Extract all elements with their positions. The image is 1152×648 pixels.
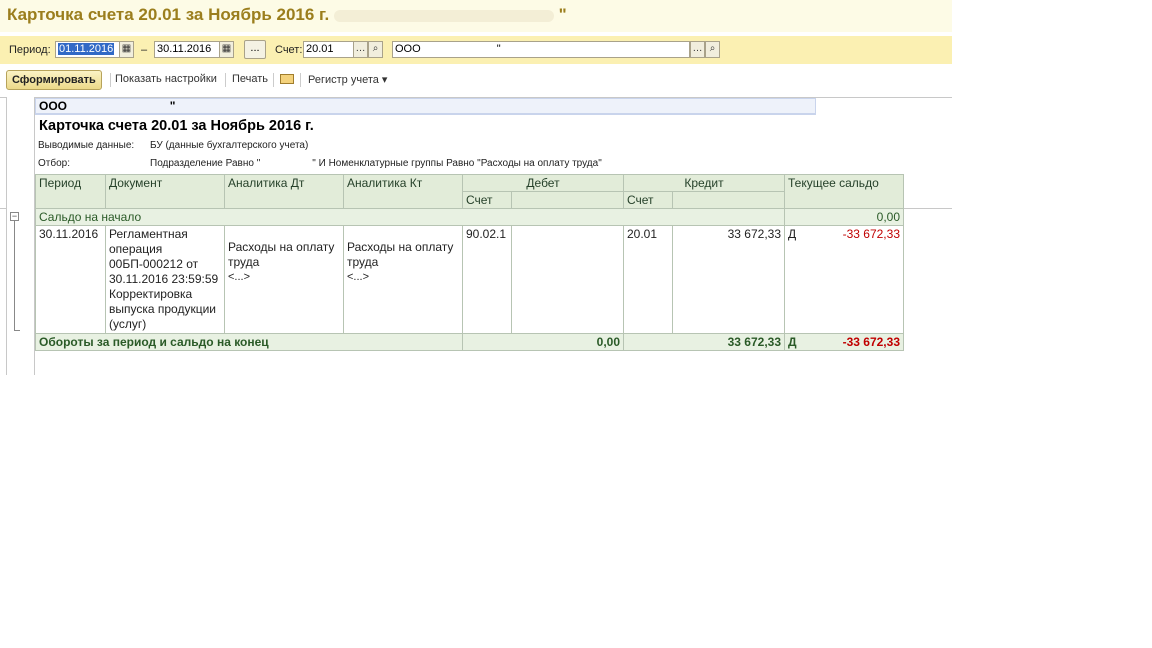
toolbar-separator	[273, 73, 274, 87]
filter-value-part: " И Номенклатурные группы Равно "Расходы…	[312, 158, 602, 169]
generate-button[interactable]: Сформировать	[6, 70, 102, 90]
totals-balance: Д -33 672,33	[784, 333, 904, 351]
toolbar-separator	[110, 73, 111, 87]
header-debit-account: Счет	[462, 191, 512, 209]
toolbar: Сформировать Показать настройки Печать Р…	[0, 67, 952, 93]
header-analytics-dt: Аналитика Дт	[224, 174, 344, 209]
filter-value-part: Подразделение Равно "	[150, 158, 261, 169]
output-label: Выводимые данные:	[38, 140, 135, 151]
row-credit-account: 20.01	[623, 225, 673, 334]
row-analytics-kt-more: <...>	[347, 271, 370, 283]
output-value: БУ (данные бухгалтерского учета)	[150, 140, 309, 151]
header-credit-account: Счет	[623, 191, 673, 209]
account-choose-button[interactable]: …	[353, 41, 368, 58]
tree-gutter	[6, 97, 35, 375]
row-debit-account: 90.02.1	[462, 225, 512, 334]
report-organization-suffix: "	[169, 99, 176, 113]
header-credit-amount	[672, 191, 785, 209]
organization-suffix: "	[496, 43, 501, 55]
row-analytics-kt: Расходы на оплату труда <...>	[343, 225, 463, 334]
totals-credit: 33 672,33	[623, 333, 785, 351]
header-period: Период	[35, 174, 106, 209]
print-button[interactable]: Печать	[232, 73, 268, 85]
mail-icon[interactable]	[280, 74, 294, 84]
opening-balance-value: 0,00	[784, 208, 904, 226]
header-analytics-kt: Аналитика Кт	[343, 174, 463, 209]
header-debit: Дебет	[462, 174, 624, 192]
organization-choose-button[interactable]: …	[690, 41, 705, 58]
tree-line	[14, 330, 20, 331]
row-balance: Д -33 672,33	[784, 225, 904, 334]
period-dash: –	[141, 44, 148, 56]
search-icon[interactable]: ⌕	[368, 41, 383, 58]
window-title-suffix: "	[558, 5, 567, 24]
window-title-text: Карточка счета 20.01 за Ноябрь 2016 г.	[7, 5, 330, 24]
header-debit-amount	[511, 191, 624, 209]
toolbar-separator	[300, 73, 301, 87]
header-document: Документ	[105, 174, 225, 209]
report-title: Карточка счета 20.01 за Ноябрь 2016 г.	[39, 118, 314, 134]
report-organization-text: ООО	[39, 99, 68, 113]
organization-field[interactable]: ООО "	[392, 41, 690, 58]
row-date: 30.11.2016	[35, 225, 106, 334]
date-from-field[interactable]: 01.11.2016	[55, 41, 121, 58]
totals-balance-amount: -33 672,33	[842, 335, 900, 349]
totals-debit: 0,00	[462, 333, 624, 351]
row-balance-amount: -33 672,33	[842, 227, 900, 241]
row-analytics-dt-more: <...>	[228, 271, 251, 283]
row-credit-amount: 33 672,33	[672, 225, 785, 334]
tree-line	[14, 221, 15, 331]
header-credit: Кредит	[623, 174, 785, 192]
header-balance: Текущее сальдо	[784, 174, 904, 209]
row-document[interactable]: Регламентная операция 00БП-000212 от 30.…	[105, 225, 225, 334]
calendar-icon[interactable]: ▦	[119, 41, 134, 58]
search-icon[interactable]: ⌕	[705, 41, 720, 58]
report-organization: ООО "	[35, 98, 816, 115]
row-balance-side: Д	[788, 227, 797, 241]
title-bar: Карточка счета 20.01 за Ноябрь 2016 г. "	[0, 0, 952, 32]
account-card-table: Период Документ Аналитика Дт Аналитика К…	[35, 174, 904, 351]
filter-label: Отбор:	[38, 158, 70, 169]
date-to-value: 30.11.2016	[157, 43, 212, 55]
account-label: Счет:	[275, 44, 303, 56]
account-value: 20.01	[306, 43, 334, 55]
window-title: Карточка счета 20.01 за Ноябрь 2016 г. "	[7, 5, 567, 25]
account-field[interactable]: 20.01	[303, 41, 355, 58]
opening-balance-row[interactable]: Сальдо на начало 0,00	[35, 208, 904, 226]
table-header-row: Период Документ Аналитика Дт Аналитика К…	[35, 174, 904, 209]
row-analytics-kt-value: Расходы на оплату труда	[347, 240, 454, 269]
row-analytics-dt: Расходы на оплату труда <...>	[224, 225, 344, 334]
date-to-field[interactable]: 30.11.2016	[154, 41, 220, 58]
show-settings-button[interactable]: Показать настройки	[115, 73, 217, 85]
organization-value: ООО	[395, 43, 421, 55]
calendar-icon[interactable]: ▦	[219, 41, 234, 58]
report-area: ООО " Карточка счета 20.01 за Ноябрь 201…	[0, 97, 952, 375]
table-row[interactable]: 30.11.2016 Регламентная операция 00БП-00…	[35, 225, 904, 334]
period-select-button[interactable]: ...	[244, 40, 266, 59]
totals-balance-side: Д	[788, 335, 797, 349]
opening-balance-label: Сальдо на начало	[35, 208, 785, 226]
toolbar-separator	[225, 73, 226, 87]
totals-row[interactable]: Обороты за период и сальдо на конец 0,00…	[35, 333, 904, 351]
collapse-icon[interactable]: −	[10, 212, 19, 221]
period-label: Период:	[9, 44, 51, 56]
row-analytics-dt-value: Расходы на оплату труда	[228, 240, 335, 269]
register-menu[interactable]: Регистр учета ▾	[308, 73, 387, 86]
row-debit-amount	[511, 225, 624, 334]
filter-bar: Период: 01.11.2016 ▦ – 30.11.2016 ▦ ... …	[0, 36, 952, 64]
date-from-value: 01.11.2016	[58, 43, 115, 55]
filter-value: Подразделение Равно " " И Номенклатурные …	[150, 158, 602, 169]
redacted-text	[333, 9, 554, 22]
totals-label: Обороты за период и сальдо на конец	[35, 333, 463, 351]
